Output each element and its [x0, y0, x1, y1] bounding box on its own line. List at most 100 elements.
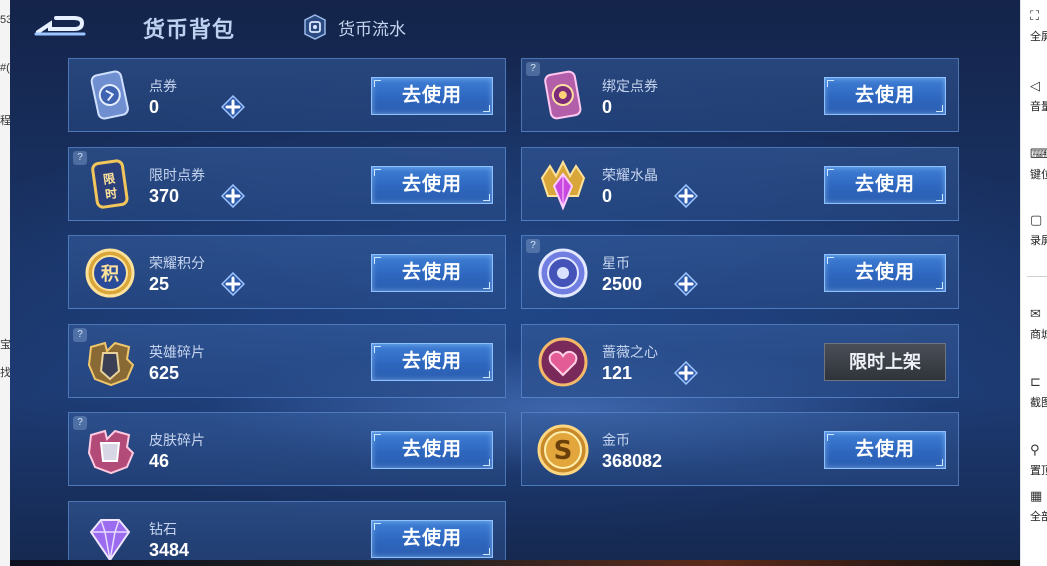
rose-heart-icon — [534, 333, 592, 391]
screenshot-icon: ⊏ — [1030, 374, 1041, 389]
use-button[interactable]: 去使用 — [371, 254, 493, 293]
currency-card: ? 英雄碎片 625 去使用 — [68, 323, 506, 398]
side-item-label: 全屏 — [1030, 31, 1047, 43]
side-item-screenshot[interactable]: ⊏ 截图 — [1030, 374, 1047, 410]
page-title: 货币背包 — [143, 17, 236, 42]
side-item-record[interactable]: ▢ 录屏 — [1030, 212, 1047, 248]
use-button[interactable]: 去使用 — [824, 165, 946, 204]
currency-card: ? 绑定点券 0 去使用 — [521, 58, 959, 132]
add-currency-button[interactable] — [673, 183, 699, 208]
glory-crystal-icon — [534, 156, 592, 214]
currency-name: 钻石 — [149, 521, 177, 537]
side-item-label: 录屏 — [1030, 235, 1047, 247]
plus-icon — [673, 272, 699, 300]
plus-icon — [220, 94, 246, 123]
currency-name: 金币 — [602, 432, 630, 449]
currency-card: ? 皮肤碎片 46 去使用 — [68, 412, 506, 487]
currency-backpack-screen: 货币背包 货币流水 点券 0 去使用? 绑定点券 0 去使用? 限时限时点券 370 去使用 荣耀… — [10, 0, 1020, 566]
currency-name: 皮肤碎片 — [149, 432, 205, 449]
add-currency-button[interactable] — [673, 272, 699, 297]
top-bar: 货币背包 货币流水 — [10, 0, 1020, 52]
currency-name: 绑定点券 — [602, 78, 658, 94]
currency-amount: 370 — [149, 185, 180, 206]
currency-amount: 368082 — [602, 451, 663, 472]
currency-amount: 2500 — [602, 274, 643, 295]
currency-card: 蔷薇之心 121 限时上架 — [521, 323, 959, 398]
strip-text: 找 — [0, 367, 10, 379]
currency-card: 钻石 3484 去使用 — [68, 501, 506, 566]
gold-coin-icon: S — [534, 421, 592, 479]
currency-name: 星币 — [602, 255, 630, 272]
hero-fragment-icon — [81, 333, 139, 391]
add-currency-button[interactable] — [220, 183, 246, 208]
side-item-volume[interactable]: ◁ 音量 — [1030, 78, 1047, 114]
use-button[interactable]: 去使用 — [371, 520, 493, 558]
side-item-store[interactable]: ✉ 商城 — [1030, 306, 1047, 342]
currency-card: 积 荣耀积分 25 去使用 — [68, 235, 506, 310]
use-button[interactable]: 去使用 — [371, 342, 493, 381]
currency-name: 英雄碎片 — [149, 343, 205, 360]
currency-name: 点券 — [149, 78, 177, 94]
diamond-icon — [81, 510, 139, 566]
use-button[interactable]: 去使用 — [824, 431, 946, 470]
currency-card: S 金币 368082 去使用 — [521, 412, 959, 487]
use-button[interactable]: 去使用 — [824, 254, 946, 293]
use-button[interactable]: 去使用 — [371, 431, 493, 470]
strip-text: 程 — [0, 115, 10, 127]
add-currency-button[interactable] — [220, 94, 246, 120]
currency-card: ? 限时限时点券 370 去使用 — [68, 146, 506, 221]
emulator-side-panel: ⛶ 全屏 ◁ 音量 ⌨ 键位 ▢ 录屏 ✉ 商城 ⊏ 截图 ⚲ 置顶 ▦ 全部 — [1020, 0, 1047, 566]
side-item-keyboard[interactable]: ⌨ 键位 — [1030, 146, 1047, 182]
skin-fragment-icon — [81, 421, 139, 479]
ledger-icon — [304, 14, 326, 40]
side-item-fullscreen[interactable]: ⛶ 全屏 — [1030, 8, 1047, 44]
keyboard-icon: ⌨ — [1030, 146, 1047, 161]
side-item-label: 商城 — [1030, 329, 1047, 341]
strip-text: #( — [0, 62, 10, 74]
glory-points-icon: 积 — [81, 244, 139, 302]
back-arrow-icon — [34, 16, 86, 36]
side-item-grid[interactable]: ▦ 全部 — [1030, 488, 1047, 524]
side-item-label: 音量 — [1030, 101, 1047, 113]
add-currency-button[interactable] — [673, 360, 699, 385]
svg-text:积: 积 — [101, 264, 119, 285]
side-item-pin[interactable]: ⚲ 置顶 — [1030, 442, 1047, 478]
pin-icon: ⚲ — [1030, 442, 1040, 457]
currency-amount: 0 — [602, 185, 613, 206]
use-button[interactable]: 去使用 — [371, 77, 493, 115]
currency-amount: 625 — [149, 362, 180, 383]
currency-flow-link[interactable]: 货币流水 — [304, 14, 406, 40]
bound-coupon-icon — [534, 67, 592, 125]
use-button[interactable]: 去使用 — [371, 165, 493, 204]
limited-coupon-icon: 限时 — [81, 156, 139, 214]
side-item-label: 截图 — [1030, 397, 1047, 409]
currency-card: 荣耀水晶 0 去使用 — [521, 146, 959, 221]
currency-name: 蔷薇之心 — [602, 343, 658, 360]
svg-text:时: 时 — [104, 185, 118, 202]
currency-flow-label: 货币流水 — [338, 19, 406, 39]
currency-name: 荣耀积分 — [149, 255, 205, 272]
strip-text: 宝 — [0, 339, 10, 351]
side-item-label: 键位 — [1030, 169, 1047, 181]
currency-amount: 0 — [149, 97, 160, 117]
grid-icon: ▦ — [1030, 488, 1043, 503]
record-icon: ▢ — [1030, 212, 1043, 227]
svg-text:S: S — [554, 436, 573, 466]
currency-card: 点券 0 去使用 — [68, 58, 506, 132]
limited-listing-button[interactable]: 限时上架 — [824, 342, 946, 381]
use-button[interactable]: 去使用 — [824, 77, 946, 115]
plus-icon — [220, 272, 246, 300]
back-button[interactable] — [34, 12, 88, 40]
star-coin-icon — [534, 244, 592, 302]
fullscreen-icon: ⛶ — [1030, 8, 1040, 23]
coupon-icon — [81, 67, 139, 125]
add-currency-button[interactable] — [220, 272, 246, 297]
side-divider — [1027, 276, 1047, 277]
side-item-label: 置顶 — [1030, 465, 1047, 477]
plus-icon — [673, 183, 699, 212]
currency-name: 荣耀水晶 — [602, 166, 658, 183]
svg-text:限: 限 — [102, 170, 116, 187]
currency-card: ? 星币 2500 去使用 — [521, 235, 959, 310]
underlying-page-strip: 53 #( 程 宝 找 — [0, 0, 10, 566]
currency-amount: 25 — [149, 274, 170, 295]
